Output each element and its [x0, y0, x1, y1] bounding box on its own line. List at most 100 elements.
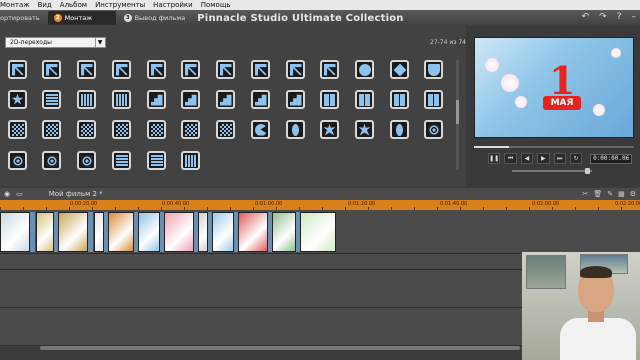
transition-tile[interactable] [147, 120, 166, 139]
transition-tile[interactable] [147, 60, 166, 79]
transition-tile[interactable] [181, 90, 200, 109]
transition-tile[interactable] [112, 90, 131, 109]
transition-hstripes-icon [150, 154, 163, 167]
preview-progress-bar[interactable] [474, 146, 634, 148]
menu-item-help[interactable]: Помощь [201, 1, 231, 9]
menu-item-montage[interactable]: Монтаж [0, 1, 30, 9]
transition-tile[interactable] [112, 120, 131, 139]
transition-tile[interactable] [286, 60, 305, 79]
loop-icon[interactable]: ↻ [569, 153, 583, 164]
timeline-scrollbar[interactable] [40, 346, 520, 350]
transition-tile[interactable] [181, 151, 200, 170]
transition-tile[interactable] [42, 120, 61, 139]
transition-tile[interactable] [390, 90, 409, 109]
video-clip[interactable] [94, 212, 104, 252]
app-title: Pinnacle Studio Ultimate Collection [197, 12, 404, 24]
transition-tile[interactable] [424, 90, 443, 109]
step-back-icon[interactable]: ◀ [520, 153, 534, 164]
video-clip[interactable] [164, 212, 194, 252]
transition-tile[interactable] [355, 120, 374, 139]
transition-tile[interactable] [181, 60, 200, 79]
transition-tile[interactable] [77, 90, 96, 109]
transition-tile[interactable] [286, 90, 305, 109]
transition-tile[interactable] [320, 90, 339, 109]
volume-slider[interactable] [512, 168, 592, 174]
transition-tile[interactable] [147, 90, 166, 109]
transition-tile[interactable] [355, 60, 374, 79]
minimize-icon[interactable]: – [632, 12, 637, 22]
skip-back-icon[interactable]: ⏮ [504, 153, 517, 164]
transition-tile[interactable] [320, 60, 339, 79]
video-clip[interactable] [198, 212, 208, 252]
transition-tile[interactable] [251, 60, 270, 79]
library-scrollbar[interactable] [456, 60, 459, 170]
play-icon[interactable]: ▶ [537, 153, 550, 164]
menu-item-album[interactable]: Альбом [60, 1, 87, 9]
settings-icon[interactable]: ⚙ [630, 190, 636, 198]
transition-tile[interactable] [8, 60, 27, 79]
transition-tile[interactable] [147, 151, 166, 170]
transition-tile[interactable] [390, 60, 409, 79]
volume-knob[interactable] [585, 168, 590, 174]
transition-tile[interactable] [424, 120, 443, 139]
skip-forward-icon[interactable]: ⏭ [553, 153, 566, 164]
transition-tile[interactable] [286, 120, 305, 139]
video-clip[interactable] [36, 212, 54, 252]
transition-tile[interactable] [77, 120, 96, 139]
transition-tile[interactable] [216, 90, 235, 109]
redo-icon[interactable]: ↷ [599, 12, 607, 22]
trash-icon[interactable]: 🗑 [593, 190, 602, 198]
transition-tile[interactable] [390, 120, 409, 139]
transition-tile[interactable] [112, 60, 131, 79]
transition-tile[interactable] [216, 60, 235, 79]
transition-tile[interactable] [424, 60, 443, 79]
timecode-display[interactable]: 0:00:00.06 [590, 153, 633, 164]
transition-tile[interactable] [320, 120, 339, 139]
video-clip[interactable] [0, 212, 30, 252]
video-clip[interactable] [272, 212, 296, 252]
transition-tile[interactable] [355, 90, 374, 109]
scissors-icon[interactable]: ✂ [582, 190, 588, 198]
menu-item-view[interactable]: Вид [38, 1, 52, 9]
timeline-ruler[interactable]: 0:00:20.00 0:00:40.00 0:01:00.00 0:01:20.00… [0, 200, 640, 210]
audio-icon[interactable]: ◉ [4, 190, 10, 198]
transition-tile[interactable] [181, 120, 200, 139]
transition-tile[interactable] [251, 120, 270, 139]
transition-tile[interactable] [42, 90, 61, 109]
tab-import[interactable]: ортировать [0, 11, 46, 25]
edit-icon[interactable]: ✎ [607, 190, 613, 198]
transition-tile[interactable] [42, 151, 61, 170]
clip-transition[interactable] [30, 212, 35, 252]
transition-tile[interactable] [112, 151, 131, 170]
transition-category-dropdown[interactable]: 2D-переходы ▼ [5, 37, 106, 48]
menu-item-settings[interactable]: Настройки [153, 1, 193, 9]
video-clip[interactable] [108, 212, 134, 252]
transition-tile[interactable] [216, 120, 235, 139]
transition-tile[interactable] [77, 60, 96, 79]
transition-circle-icon [358, 63, 371, 76]
transition-tile[interactable] [8, 151, 27, 170]
video-clip[interactable] [300, 212, 336, 252]
folder-icon[interactable]: ▭ [16, 190, 23, 198]
tab-edit[interactable]: 2 Монтаж [47, 11, 116, 25]
pause-icon[interactable]: ❚❚ [488, 153, 501, 164]
video-clip[interactable] [238, 212, 268, 252]
transition-arrow-icon [184, 63, 197, 76]
video-clip[interactable] [212, 212, 234, 252]
help-icon[interactable]: ? [617, 12, 622, 22]
transition-arrow-icon [323, 63, 336, 76]
transition-tile[interactable] [8, 90, 27, 109]
transition-tile[interactable] [8, 120, 27, 139]
video-clip[interactable] [58, 212, 88, 252]
clip-transition[interactable] [88, 212, 93, 252]
undo-icon[interactable]: ↶ [582, 12, 590, 22]
menu-item-tools[interactable]: Инструменты [95, 1, 145, 9]
library-scroll-thumb[interactable] [456, 100, 459, 124]
transition-tile[interactable] [251, 90, 270, 109]
video-clip[interactable] [138, 212, 160, 252]
transition-tile[interactable] [42, 60, 61, 79]
tab-make-movie[interactable]: 3 Вывод фильма [118, 11, 192, 25]
chevron-down-icon: ▼ [95, 38, 104, 47]
scene-icon[interactable]: ▦ [618, 190, 625, 198]
transition-tile[interactable] [77, 151, 96, 170]
